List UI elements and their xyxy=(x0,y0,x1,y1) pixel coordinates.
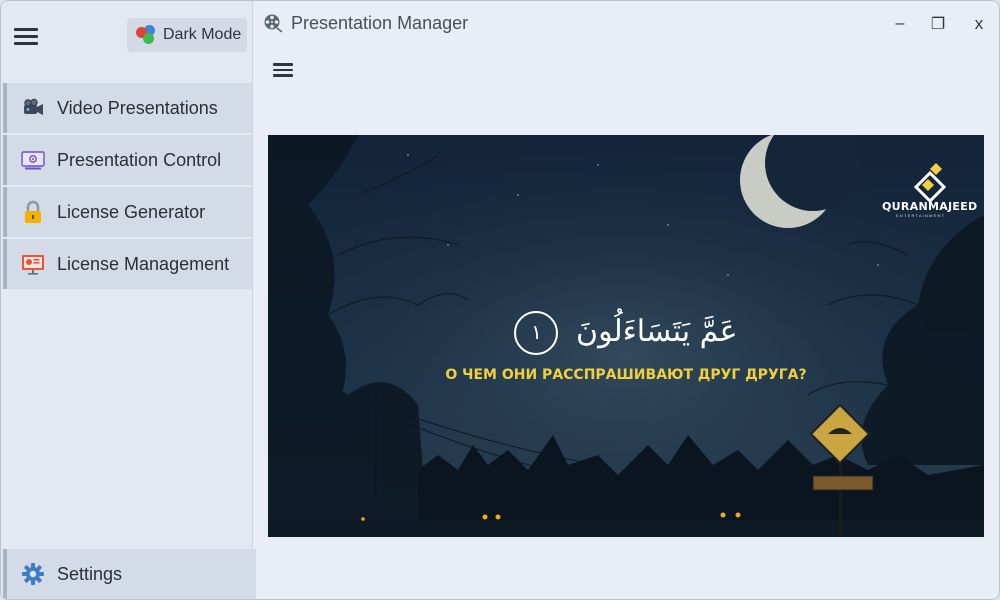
sidebar-item-license-management[interactable]: License Management xyxy=(3,239,252,289)
sidebar-item-label: License Generator xyxy=(57,201,206,222)
film-camera-icon xyxy=(21,96,45,120)
verse-number: ١ xyxy=(514,311,559,355)
sidebar-item-label: Presentation Control xyxy=(57,149,222,170)
color-palette-icon xyxy=(135,24,157,46)
sidebar-header: Dark Mode xyxy=(1,1,252,81)
monitor-settings-icon xyxy=(21,148,45,172)
dark-mode-button[interactable]: Dark Mode xyxy=(127,18,247,52)
arabic-verse: عَمَّ يَتَسَاءَلُونَ ١ xyxy=(268,311,984,355)
verse-translation: О ЧЕМ ОНИ РАССПРАШИВАЮТ ДРУГ ДРУГА? xyxy=(445,367,807,383)
window-title: Presentation Manager xyxy=(291,13,469,33)
arabic-text: عَمَّ يَتَسَاءَلُونَ xyxy=(576,314,738,349)
video-preview[interactable]: QURANMAJEED ENTERTAINMENT عَمَّ يَتَسَاء… xyxy=(268,135,984,537)
minimize-button[interactable]: – xyxy=(885,11,915,37)
settings-button[interactable]: Settings xyxy=(3,549,256,599)
content-menu-icon[interactable] xyxy=(273,62,293,78)
sidebar-nav: Video Presentations Presentation Control xyxy=(3,83,252,291)
sidebar: Dark Mode Video Presentations Presentati… xyxy=(1,1,256,599)
settings-label: Settings xyxy=(57,563,123,584)
maximize-button[interactable]: ❐ xyxy=(923,11,953,37)
dark-mode-label: Dark Mode xyxy=(163,26,242,43)
close-button[interactable]: x xyxy=(964,11,994,37)
title-bar: Presentation Manager – ❐ x xyxy=(253,1,999,47)
logo-subtext: ENTERTAINMENT xyxy=(896,213,946,218)
sidebar-item-video-presentations[interactable]: Video Presentations xyxy=(3,83,252,133)
sidebar-item-label: License Management xyxy=(57,253,230,274)
sidebar-item-presentation-control[interactable]: Presentation Control xyxy=(3,135,252,185)
app-window: Dark Mode Video Presentations Presentati… xyxy=(0,0,1000,600)
sidebar-item-license-generator[interactable]: License Generator xyxy=(3,187,252,237)
logo-text: QURANMAJEED xyxy=(882,200,978,213)
sidebar-item-label: Video Presentations xyxy=(57,97,218,118)
presentation-board-icon xyxy=(21,252,45,276)
gear-icon xyxy=(21,562,45,586)
sidebar-menu-icon[interactable] xyxy=(14,27,38,47)
app-film-reel-icon xyxy=(263,13,283,33)
lock-icon xyxy=(21,200,45,224)
